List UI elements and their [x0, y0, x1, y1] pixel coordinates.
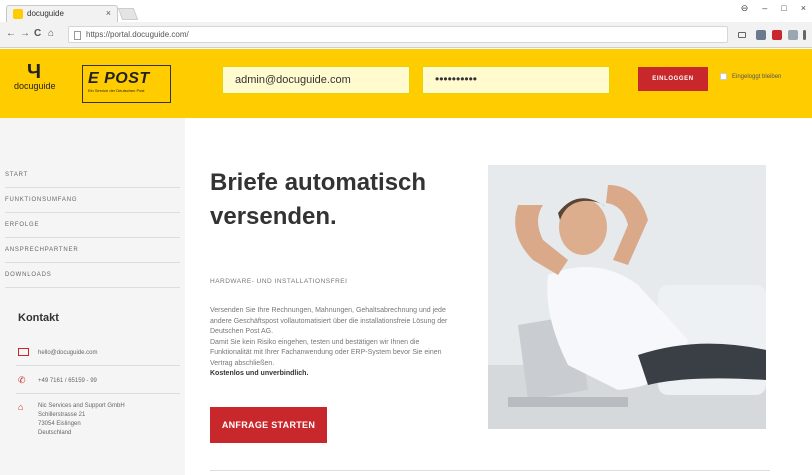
logo-text: docuguide [14, 81, 56, 91]
address-line: Deutschland [38, 430, 72, 436]
forward-icon[interactable]: → [20, 28, 30, 39]
remember-me[interactable]: Eingeloggt bleiben [720, 73, 781, 80]
url-text: https://portal.docuguide.com/ [86, 30, 189, 39]
docuguide-logo[interactable]: Ч docuguide [14, 61, 56, 91]
pdf-extension-icon[interactable] [772, 30, 782, 40]
content-divider [210, 470, 770, 471]
sidebar-item-downloads[interactable]: DOWNLOADS [5, 263, 180, 288]
window-controls: ⊖ – □ × [741, 3, 812, 14]
reload-icon[interactable]: C [34, 28, 41, 39]
epost-subtitle: Ein Service der Deutschen Post [88, 88, 145, 93]
contact-email[interactable]: hello@docuguide.com [38, 349, 97, 358]
contact-phone[interactable]: +49 7161 / 65159 - 99 [38, 377, 97, 386]
maximize-button[interactable]: □ [781, 3, 786, 14]
browser-tab-bar: docuguide × ⊖ – □ × [0, 0, 812, 22]
minimize-button[interactable]: – [762, 3, 767, 14]
epost-title: E POST [88, 70, 150, 87]
start-request-button[interactable]: ANFRAGE STARTEN [210, 407, 327, 443]
login-button[interactable]: EINLOGGEN [638, 67, 708, 91]
new-tab-button[interactable] [117, 8, 139, 20]
password-field[interactable]: •••••••••• [422, 66, 610, 94]
hero-paragraph: Versenden Sie Ihre Rechnungen, Mahnungen… [210, 307, 448, 335]
sidebar: START FUNKTIONSUMFANG ERFOLGE ANSPRECHPA… [0, 118, 185, 475]
email-field[interactable]: admin@docuguide.com [222, 66, 410, 94]
remember-checkbox[interactable] [720, 73, 727, 80]
epost-logo: E POST Ein Service der Deutschen Post [82, 65, 171, 103]
hero-subline: HARDWARE- UND INSTALLATIONSFREI [210, 278, 348, 285]
contact-phone-row: ✆ +49 7161 / 65159 - 99 [16, 366, 180, 394]
docuguide-favicon-icon [13, 9, 23, 19]
close-window-button[interactable]: × [801, 3, 806, 14]
address-line: Schillerstrasse 21 [38, 412, 86, 418]
hero-headline: Briefe automatisch versenden. [210, 169, 427, 230]
extension-icon[interactable] [756, 30, 766, 40]
site-header: Ч docuguide E POST Ein Service der Deuts… [0, 49, 812, 118]
address-bar: ← → C ⌂ https://portal.docuguide.com/ [0, 22, 812, 48]
hero-image [488, 165, 766, 429]
browser-tab[interactable]: docuguide × [6, 5, 118, 22]
sidebar-item-ansprechpartner[interactable]: ANSPRECHPARTNER [5, 238, 180, 263]
hero-paragraph-bold: Kostenlos und unverbindlich. [210, 370, 309, 377]
sidebar-item-funktionsumfang[interactable]: FUNKTIONSUMFANG [5, 188, 180, 213]
contact-address: Nic Services and Support GmbH Schillerst… [38, 402, 125, 438]
tab-close-icon[interactable]: × [106, 8, 111, 18]
address-line: Nic Services and Support GmbH [38, 403, 125, 409]
contact-email-row: hello@docuguide.com [16, 338, 180, 366]
remember-label: Eingeloggt bleiben [732, 73, 782, 80]
url-input[interactable]: https://portal.docuguide.com/ [68, 26, 728, 43]
sidebar-item-erfolge[interactable]: ERFOLGE [5, 213, 180, 238]
back-icon[interactable]: ← [6, 28, 16, 39]
phone-icon: ✆ [18, 375, 26, 385]
tab-title: docuguide [27, 9, 64, 18]
docuguide-logo-icon: Ч [26, 61, 42, 83]
hero-description: Versenden Sie Ihre Rechnungen, Mahnungen… [210, 306, 450, 380]
sidebar-item-start[interactable]: START [5, 163, 180, 188]
key-icon[interactable] [738, 32, 746, 38]
account-icon[interactable]: ⊖ [741, 3, 749, 14]
address-line: 73054 Eislingen [38, 421, 81, 427]
home-icon: ⌂ [18, 402, 24, 412]
contact-address-row: ⌂ Nic Services and Support GmbH Schiller… [16, 402, 180, 462]
menu-icon[interactable] [803, 30, 806, 40]
hero-paragraph: Damit Sie kein Risiko eingehen, testen u… [210, 338, 442, 367]
contact-title: Kontakt [18, 312, 59, 324]
extension-icon[interactable] [788, 30, 798, 40]
page-icon [74, 31, 81, 40]
mail-icon [18, 348, 29, 356]
relaxed-man-illustration [488, 165, 766, 429]
home-icon[interactable]: ⌂ [48, 28, 54, 39]
